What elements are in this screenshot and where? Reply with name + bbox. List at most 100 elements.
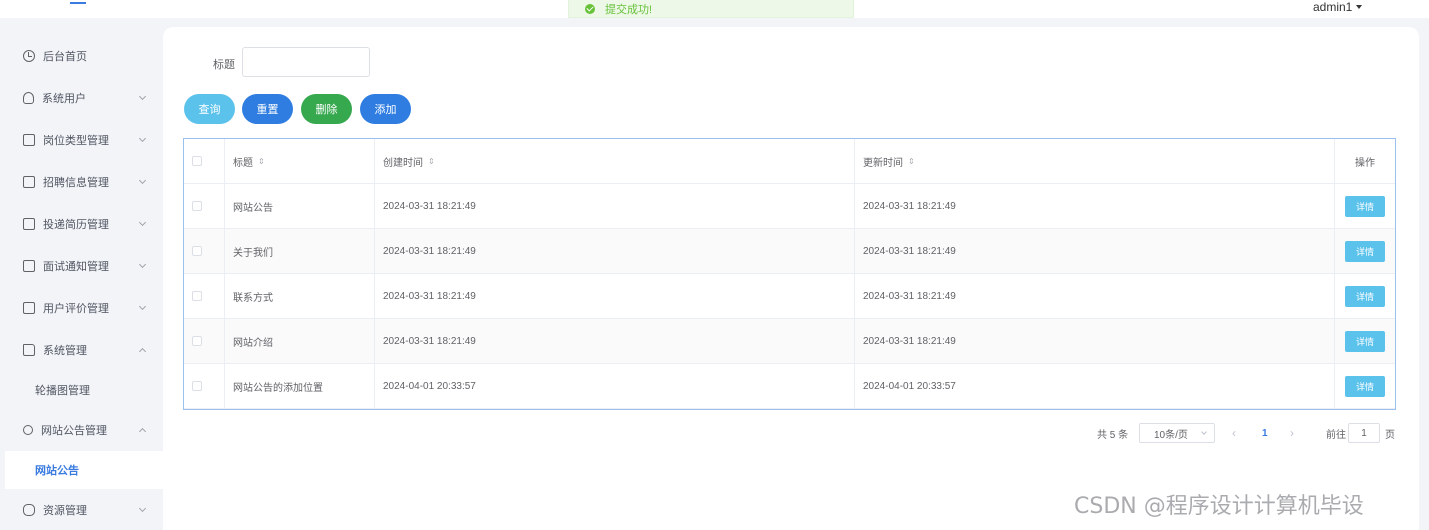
row-created: 2024-03-31 18:21:49 (375, 274, 855, 319)
sort-icon[interactable]: ⇕ (908, 157, 915, 166)
row-actions: 详情 (1335, 184, 1395, 229)
header-actions: 操作 (1335, 139, 1395, 184)
delete-button[interactable]: 删除 (301, 94, 352, 124)
sidebar-item-recruitment[interactable]: 招聘信息管理 (0, 161, 163, 203)
chevron-up-icon (138, 427, 147, 436)
row-actions: 详情 (1335, 364, 1395, 409)
sidebar-item-notice-management[interactable]: 网站公告管理 (0, 409, 163, 451)
header-title[interactable]: 标题 ⇕ (225, 139, 375, 184)
chevron-down-icon (138, 260, 147, 269)
sidebar-item-resources[interactable]: 资源管理 (0, 489, 163, 530)
chevron-down-icon (1201, 429, 1207, 435)
row-updated: 2024-03-31 18:21:49 (855, 274, 1335, 319)
row-title: 网站公告的添加位置 (225, 364, 375, 409)
toast-message: 提交成功! (605, 3, 653, 16)
sort-icon[interactable]: ⇕ (258, 157, 265, 166)
sidebar-item-dashboard[interactable]: 后台首页 (0, 35, 163, 77)
table-row[interactable]: 网站介绍 2024-03-31 18:21:49 2024-03-31 18:2… (184, 319, 1395, 364)
table-row[interactable]: 网站公告的添加位置 2024-04-01 20:33:57 2024-04-01… (184, 364, 1395, 409)
table-row[interactable]: 网站公告 2024-03-31 18:21:49 2024-03-31 18:2… (184, 184, 1395, 229)
pagination-total: 共 5 条 (1097, 429, 1129, 441)
box-icon (23, 218, 35, 230)
title-filter-label: 标题 (213, 59, 235, 71)
title-filter-input[interactable] (242, 47, 370, 77)
row-updated: 2024-03-31 18:21:49 (855, 319, 1335, 364)
sidebar: 后台首页 系统用户 岗位类型管理 招聘信息管理 投递简历管理 面试通知管理 用户… (0, 18, 163, 530)
sort-icon[interactable]: ⇕ (428, 157, 435, 166)
row-title: 联系方式 (225, 274, 375, 319)
sidebar-subitem-label: 轮播图管理 (35, 385, 90, 397)
row-created: 2024-03-31 18:21:49 (375, 184, 855, 229)
sidebar-item-job-types[interactable]: 岗位类型管理 (0, 119, 163, 161)
top-bar: 提交成功! admin1 (0, 0, 1429, 18)
row-checkbox[interactable] (192, 291, 202, 301)
row-checkbox[interactable] (192, 246, 202, 256)
header-created[interactable]: 创建时间 ⇕ (375, 139, 855, 184)
box-icon (23, 260, 35, 272)
table-row[interactable]: 联系方式 2024-03-31 18:21:49 2024-03-31 18:2… (184, 274, 1395, 319)
database-icon (23, 504, 35, 516)
sidebar-item-interviews[interactable]: 面试通知管理 (0, 245, 163, 287)
detail-button[interactable]: 详情 (1345, 195, 1385, 217)
detail-button[interactable]: 详情 (1345, 285, 1385, 307)
next-page-icon[interactable]: › (1290, 423, 1294, 443)
sidebar-item-label: 后台首页 (43, 51, 87, 63)
sidebar-subitem-carousel[interactable]: 轮播图管理 (5, 371, 163, 409)
row-created: 2024-03-31 18:21:49 (375, 319, 855, 364)
detail-button[interactable]: 详情 (1345, 330, 1385, 352)
row-title: 关于我们 (225, 229, 375, 274)
detail-button[interactable]: 详情 (1345, 240, 1385, 262)
table-header: 标题 ⇕ 创建时间 ⇕ 更新时间 ⇕ 操作 (184, 139, 1395, 184)
select-all-checkbox[interactable] (192, 156, 202, 166)
sidebar-item-system-management[interactable]: 系统管理 (0, 329, 163, 371)
row-checkbox[interactable] (192, 201, 202, 211)
sidebar-item-label: 资源管理 (43, 505, 87, 517)
row-checkbox[interactable] (192, 336, 202, 346)
chevron-down-icon (138, 176, 147, 185)
header-checkbox-cell (184, 139, 225, 184)
detail-button[interactable]: 详情 (1345, 375, 1385, 397)
chevron-down-icon (138, 92, 147, 101)
chevron-down-icon (138, 218, 147, 227)
chevron-down-icon (138, 302, 147, 311)
row-checkbox[interactable] (192, 381, 202, 391)
notice-table: 标题 ⇕ 创建时间 ⇕ 更新时间 ⇕ 操作 网站公告 2024-03-31 18:21… (183, 138, 1396, 410)
sidebar-subitem-label: 网站公告 (35, 465, 79, 477)
prev-page-icon[interactable]: ‹ (1232, 423, 1236, 443)
row-checkbox-cell (184, 184, 225, 229)
header-updated[interactable]: 更新时间 ⇕ (855, 139, 1335, 184)
user-menu[interactable]: admin1 (1313, 0, 1363, 14)
sidebar-item-label: 招聘信息管理 (43, 177, 109, 189)
success-toast: 提交成功! (568, 0, 854, 18)
sidebar-item-label: 系统用户 (42, 93, 86, 105)
row-updated: 2024-03-31 18:21:49 (855, 184, 1335, 229)
check-circle-icon (585, 3, 595, 14)
page-size-select[interactable]: 10条/页 (1139, 423, 1215, 443)
sidebar-item-system-users[interactable]: 系统用户 (0, 77, 163, 119)
caret-down-icon (1356, 5, 1363, 9)
sidebar-item-user-reviews[interactable]: 用户评价管理 (0, 287, 163, 329)
main-panel: 标题 查询 重置 删除 添加 标题 ⇕ 创建时间 ⇕ 更新时间 ⇕ 操作 网站公告 2… (163, 27, 1419, 530)
table-row[interactable]: 关于我们 2024-03-31 18:21:49 2024-03-31 18:2… (184, 229, 1395, 274)
sidebar-item-resumes[interactable]: 投递简历管理 (0, 203, 163, 245)
box-icon (23, 176, 35, 188)
add-button[interactable]: 添加 (360, 94, 411, 124)
chevron-up-icon (138, 347, 147, 356)
row-title: 网站公告 (225, 184, 375, 229)
row-checkbox-cell (184, 364, 225, 409)
reset-button[interactable]: 重置 (242, 94, 293, 124)
sidebar-item-label: 投递简历管理 (43, 219, 109, 231)
clock-icon (23, 50, 35, 62)
page-size-value: 10条/页 (1154, 429, 1188, 441)
goto-label: 前往 (1326, 429, 1346, 441)
chevron-down-icon (138, 504, 147, 513)
row-created: 2024-04-01 20:33:57 (375, 364, 855, 409)
row-checkbox-cell (184, 319, 225, 364)
sidebar-subitem-notice[interactable]: 网站公告 (5, 451, 163, 489)
query-button[interactable]: 查询 (184, 94, 235, 124)
page-jump-input[interactable]: 1 (1348, 423, 1380, 443)
logo (70, 0, 86, 4)
page-number-current[interactable]: 1 (1262, 423, 1268, 443)
sidebar-item-label: 用户评价管理 (43, 303, 109, 315)
sidebar-item-label: 面试通知管理 (43, 261, 109, 273)
